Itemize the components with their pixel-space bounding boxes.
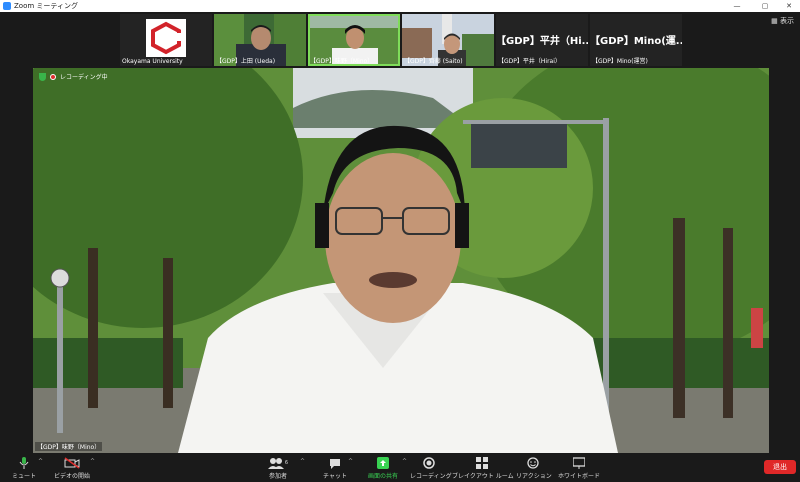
record-icon — [423, 457, 435, 469]
speaker-video-frame — [33, 68, 769, 453]
thumbnail-name: 【GDP】齊藤 (Saito) — [404, 58, 463, 65]
thumbnail-name: 【GDP】上田 (Ueda) — [216, 58, 276, 65]
main-video[interactable]: レコーディング中 【GDP】味野（Mino） — [33, 68, 769, 453]
share-chevron-icon[interactable]: ^ — [402, 458, 407, 465]
meeting-stage: Okayama University 【GDP】上田 (Ueda) 【GDP】味… — [0, 12, 800, 454]
breakout-label: ブレイクアウト ルーム — [452, 473, 514, 480]
title-bar: Zoom ミーティング — ▢ ✕ — [0, 0, 800, 12]
recording-indicator: レコーディング中 — [39, 72, 108, 81]
close-button[interactable]: ✕ — [780, 0, 798, 12]
thumbnail-hirai[interactable]: 【GDP】平井（Hi... 【GDP】平井（Hirai） — [496, 14, 588, 66]
mute-button[interactable]: ミュート — [8, 456, 40, 480]
thumbnail-mino[interactable]: 【GDP】味野（Mino） — [308, 14, 400, 66]
record-button[interactable]: レコーディング — [410, 456, 452, 480]
video-label: ビデオの開始 — [53, 473, 90, 480]
chat-button[interactable]: チャット — [320, 456, 350, 480]
speaker-name: 【GDP】味野（Mino） — [35, 442, 103, 451]
meeting-toolbar: ミュート ^ ビデオの開始 ^ 6 参加者 ^ チャット ^ 画面の共有 ^ レ… — [0, 454, 800, 482]
participants-chevron-icon[interactable]: ^ — [300, 458, 305, 465]
recording-dot-icon — [50, 73, 56, 80]
breakout-rooms-icon — [476, 457, 488, 469]
reactions-button[interactable]: リアクション — [516, 456, 552, 480]
breakout-rooms-button[interactable]: ブレイクアウト ルーム — [452, 456, 514, 480]
shield-icon — [39, 72, 46, 81]
start-video-button[interactable]: ビデオの開始 — [50, 456, 94, 480]
view-label: 表示 — [780, 17, 794, 25]
thumbnail-mino-admin[interactable]: 【GDP】Mino(運... 【GDP】Mino(運営) — [590, 14, 682, 66]
view-button[interactable]: ▦ 表示 — [771, 16, 794, 26]
leave-meeting-button[interactable]: 退出 — [764, 460, 796, 474]
participants-icon — [267, 458, 284, 469]
thumbnail-big-name: 【GDP】Mino(運... — [590, 36, 682, 47]
record-label: レコーディング — [410, 473, 452, 480]
video-off-icon — [64, 457, 80, 469]
participants-button[interactable]: 6 参加者 — [262, 456, 294, 480]
window-title: Zoom ミーティング — [14, 2, 78, 10]
thumbnail-okayama[interactable]: Okayama University — [120, 14, 212, 66]
thumbnail-name: 【GDP】平井（Hirai） — [498, 58, 561, 65]
minimize-button[interactable]: — — [728, 0, 746, 12]
thumbnail-name: 【GDP】Mino(運営) — [592, 58, 648, 65]
recording-label: レコーディング中 — [60, 74, 108, 81]
reactions-icon — [527, 457, 539, 469]
share-label: 画面の共有 — [367, 473, 398, 480]
okayama-university-logo — [146, 19, 186, 57]
mute-label: ミュート — [11, 473, 36, 480]
reactions-label: リアクション — [516, 473, 552, 480]
participant-strip: Okayama University 【GDP】上田 (Ueda) 【GDP】味… — [120, 14, 682, 66]
thumbnail-saito[interactable]: 【GDP】齊藤 (Saito) — [402, 14, 494, 66]
whiteboard-button[interactable]: ホワイトボード — [558, 456, 600, 480]
chat-chevron-icon[interactable]: ^ — [348, 458, 353, 465]
microphone-icon — [19, 457, 29, 469]
thumbnail-big-name: 【GDP】平井（Hi... — [496, 36, 588, 47]
participants-count: 6 — [284, 460, 289, 466]
chat-label: チャット — [323, 473, 347, 480]
thumbnail-ueda[interactable]: 【GDP】上田 (Ueda) — [214, 14, 306, 66]
share-screen-icon — [377, 457, 389, 469]
audio-options-chevron-icon[interactable]: ^ — [38, 458, 43, 465]
zoom-logo-icon — [3, 2, 11, 10]
thumbnail-name: 【GDP】味野（Mino） — [310, 58, 374, 65]
thumbnail-name: Okayama University — [122, 58, 183, 65]
maximize-button[interactable]: ▢ — [756, 0, 774, 12]
video-options-chevron-icon[interactable]: ^ — [90, 458, 95, 465]
share-screen-button[interactable]: 画面の共有 — [364, 456, 402, 480]
whiteboard-icon — [573, 457, 585, 469]
whiteboard-label: ホワイトボード — [558, 473, 601, 480]
chat-icon — [330, 458, 340, 469]
participants-label: 参加者 — [268, 473, 287, 480]
